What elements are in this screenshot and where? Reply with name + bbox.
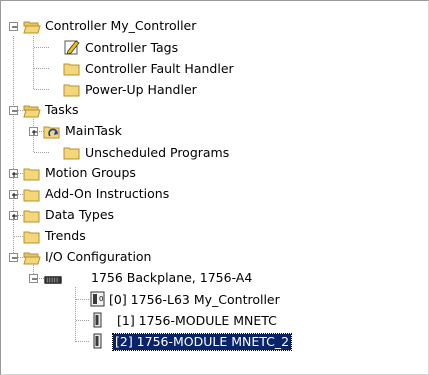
expand-toggle-addon-instructions[interactable] xyxy=(9,190,18,199)
tree-label-powerup-handler: Power-Up Handler xyxy=(85,82,197,97)
task-cycle-icon xyxy=(43,126,60,139)
folder-icon xyxy=(63,84,80,97)
tree-label-unscheduled-programs: Unscheduled Programs xyxy=(85,145,230,160)
expand-toggle-motion-groups[interactable] xyxy=(9,169,18,178)
tree-label-slot-1: [1] 1756-MODULE MNETC xyxy=(117,313,277,328)
folder-icon xyxy=(23,231,40,244)
tree-node-main-task[interactable]: MainTask xyxy=(1,123,301,143)
tree-label-addon-instructions: Add-On Instructions xyxy=(45,186,170,201)
tree-node-backplane[interactable]: 1756 Backplane, 1756-A4 xyxy=(1,270,301,290)
tree-label-slot-2-selected: [2] 1756-MODULE MNETC_2 xyxy=(111,333,293,351)
tree-label-tasks: Tasks xyxy=(45,102,79,117)
backplane-chassis-icon xyxy=(44,276,62,284)
folder-icon xyxy=(23,168,40,181)
tree-node-slot-0[interactable]: 0 [0] 1756-L63 My_Controller xyxy=(1,291,321,311)
tree-node-io-configuration[interactable]: I/O Configuration xyxy=(1,249,301,269)
tree-label-controller-tags: Controller Tags xyxy=(85,40,179,55)
folder-icon xyxy=(63,63,80,76)
tree-node-fault-handler[interactable]: Controller Fault Handler xyxy=(1,60,301,80)
tree-node-slot-1[interactable]: [1] 1756-MODULE MNETC xyxy=(1,312,321,332)
tree-label-trends: Trends xyxy=(45,228,86,243)
tree-label-io-configuration: I/O Configuration xyxy=(45,249,152,264)
io-module-icon xyxy=(93,312,102,328)
folder-open-icon xyxy=(23,21,41,34)
tree-label-fault-handler: Controller Fault Handler xyxy=(85,61,234,76)
tree-label-main-task: MainTask xyxy=(65,123,122,138)
folder-icon xyxy=(23,189,40,202)
tree-node-controller-tags[interactable]: Controller Tags xyxy=(1,39,301,59)
collapse-toggle-backplane[interactable] xyxy=(29,274,38,283)
tree-label-slot-0: [0] 1756-L63 My_Controller xyxy=(109,292,280,307)
tree-node-tasks[interactable]: Tasks xyxy=(1,102,301,122)
tree-node-controller[interactable]: Controller My_Controller xyxy=(1,18,301,38)
tree-label-data-types: Data Types xyxy=(45,207,115,222)
tree-label-motion-groups: Motion Groups xyxy=(45,165,136,180)
svg-text:0: 0 xyxy=(99,295,103,303)
tree-node-trends[interactable]: Trends xyxy=(1,228,301,248)
expand-toggle-data-types[interactable] xyxy=(9,211,18,220)
folder-open-icon xyxy=(23,252,41,265)
collapse-toggle-tasks[interactable] xyxy=(9,106,18,115)
io-module-icon xyxy=(93,333,102,349)
expand-toggle-main-task[interactable] xyxy=(29,127,38,136)
tags-pencil-icon xyxy=(64,40,80,55)
tree-node-addon-instructions[interactable]: Add-On Instructions xyxy=(1,186,301,206)
tree-node-powerup-handler[interactable]: Power-Up Handler xyxy=(1,81,301,101)
folder-open-icon xyxy=(23,105,41,118)
tree-node-slot-2[interactable]: [2] 1756-MODULE MNETC_2 xyxy=(1,333,321,353)
folder-icon xyxy=(23,210,40,223)
controller-module-icon: 0 xyxy=(90,291,105,307)
tree-label-backplane: 1756 Backplane, 1756-A4 xyxy=(91,270,253,285)
folder-icon xyxy=(63,147,80,160)
tree-node-unscheduled-programs[interactable]: Unscheduled Programs xyxy=(1,144,301,164)
collapse-toggle-io-configuration[interactable] xyxy=(9,253,18,262)
tree-node-motion-groups[interactable]: Motion Groups xyxy=(1,165,301,185)
tree-label-controller: Controller My_Controller xyxy=(45,18,197,33)
controller-organizer-tree[interactable]: Controller My_Controller Controller Tags… xyxy=(0,0,429,375)
tree-node-data-types[interactable]: Data Types xyxy=(1,207,301,227)
collapse-toggle-controller[interactable] xyxy=(9,22,18,31)
